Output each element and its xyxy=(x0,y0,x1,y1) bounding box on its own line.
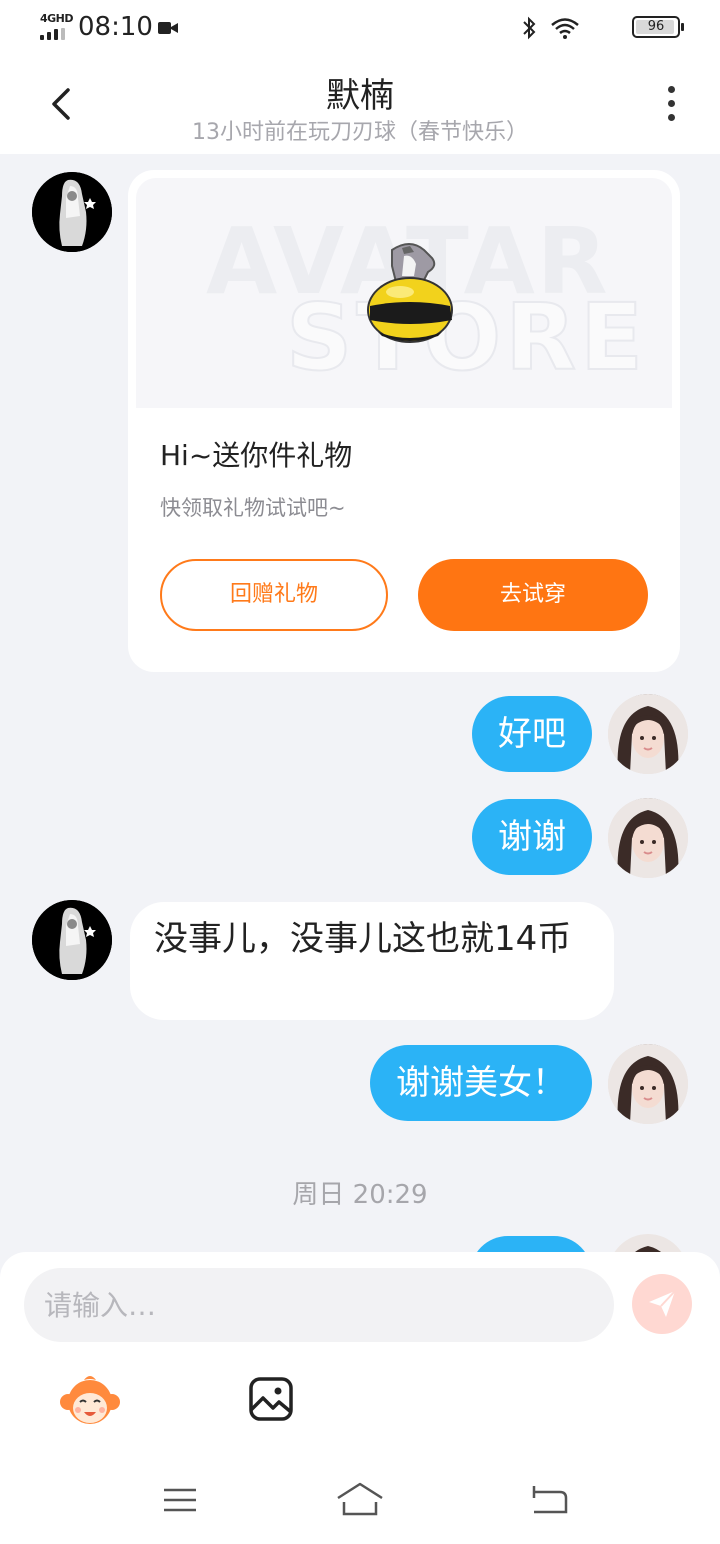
image-icon[interactable] xyxy=(248,1376,294,1422)
network-indicator: 4GHD xyxy=(40,12,74,42)
contact-message-bubble[interactable]: 没事儿，没事儿这也就14币 xyxy=(130,902,614,1020)
chat-header: 默楠 13小时前在玩刀刃球（春节快乐） xyxy=(0,56,720,154)
system-nav-bar xyxy=(0,1460,720,1544)
try-on-button[interactable]: 去试穿 xyxy=(418,559,648,631)
home-icon[interactable] xyxy=(334,1478,386,1520)
return-gift-button[interactable]: 回赠礼物 xyxy=(160,559,388,631)
my-avatar[interactable] xyxy=(608,798,688,878)
contact-avatar[interactable] xyxy=(32,900,112,980)
back-nav-icon[interactable] xyxy=(528,1484,570,1516)
more-vertical-icon[interactable] xyxy=(652,82,692,126)
battery-level: 96 xyxy=(647,19,665,34)
my-message-bubble[interactable]: 谢谢 xyxy=(472,799,592,875)
my-message-bubble[interactable]: 谢谢美女！ xyxy=(370,1045,592,1121)
gift-banner: AVATAR STORE xyxy=(136,178,672,408)
banner-watermark: STORE xyxy=(285,283,647,392)
gift-description: 快领取礼物试试吧~ xyxy=(160,496,346,520)
status-icons: 96 xyxy=(520,14,684,42)
menu-icon[interactable] xyxy=(160,1484,200,1516)
gift-title: Hi~送你件礼物 xyxy=(160,439,353,472)
paper-plane-icon[interactable] xyxy=(632,1274,692,1334)
chat-title: 默楠 xyxy=(326,76,394,116)
status-bar: 4GHD 08:10 96 xyxy=(0,0,720,56)
battery-icon: 96 xyxy=(632,16,684,38)
wifi-icon xyxy=(551,18,579,39)
time-divider: 周日 20:29 xyxy=(292,1180,428,1210)
my-message-bubble[interactable]: 好吧 xyxy=(472,696,592,772)
gift-card: AVATAR STORE Hi~送你件礼物 快领取礼物试试吧~ 回赠礼物 去试穿 xyxy=(128,170,680,672)
bee-costume-gift-icon xyxy=(367,243,453,343)
status-time: 08:10 xyxy=(78,12,153,42)
chat-subtitle: 13小时前在玩刀刃球（春节快乐） xyxy=(192,120,528,145)
monkey-sticker-icon[interactable] xyxy=(60,1372,120,1428)
message-input[interactable] xyxy=(24,1268,614,1342)
my-avatar[interactable] xyxy=(608,694,688,774)
signal-bars-icon xyxy=(40,28,70,40)
my-avatar[interactable] xyxy=(608,1044,688,1124)
video-recording-icon xyxy=(158,22,178,34)
bluetooth-icon xyxy=(523,16,536,40)
network-type-label: 4GHD xyxy=(40,12,74,25)
contact-avatar[interactable] xyxy=(32,172,112,252)
